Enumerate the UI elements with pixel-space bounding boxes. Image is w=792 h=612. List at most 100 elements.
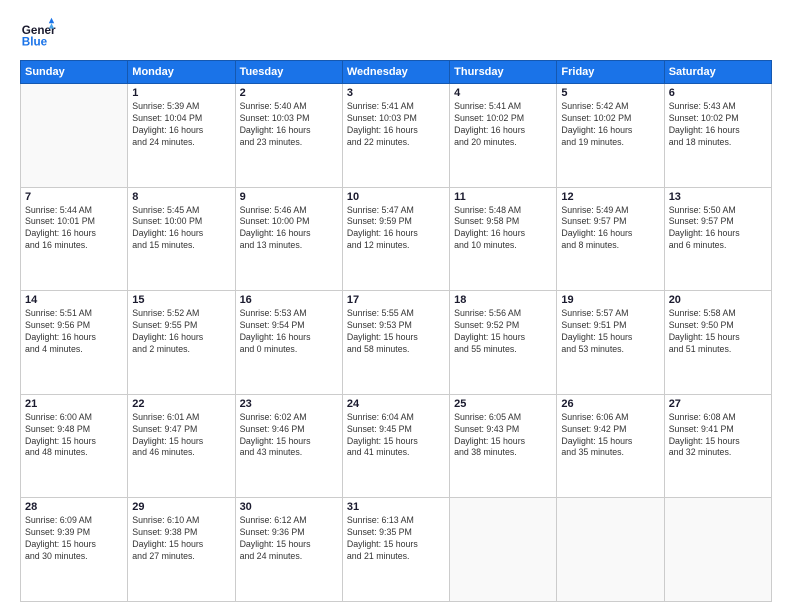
day-info: Sunrise: 5:57 AM Sunset: 9:51 PM Dayligh… xyxy=(561,308,659,356)
calendar-cell: 17 Sunrise: 5:55 AM Sunset: 9:53 PM Dayli… xyxy=(342,291,449,395)
calendar-cell: 8 Sunrise: 5:45 AM Sunset: 10:00 PM Dayli… xyxy=(128,187,235,291)
day-info: Sunrise: 5:46 AM Sunset: 10:00 PM Daylig… xyxy=(240,205,338,253)
header: General Blue xyxy=(20,16,772,52)
day-number: 9 xyxy=(240,191,338,203)
day-info: Sunrise: 6:10 AM Sunset: 9:38 PM Dayligh… xyxy=(132,515,230,563)
calendar-cell: 29 Sunrise: 6:10 AM Sunset: 9:38 PM Dayli… xyxy=(128,498,235,602)
day-number: 6 xyxy=(669,87,767,99)
day-number: 23 xyxy=(240,398,338,410)
calendar-cell xyxy=(557,498,664,602)
weekday-header-row: SundayMondayTuesdayWednesdayThursdayFrid… xyxy=(21,61,772,84)
day-info: Sunrise: 6:09 AM Sunset: 9:39 PM Dayligh… xyxy=(25,515,123,563)
day-info: Sunrise: 6:05 AM Sunset: 9:43 PM Dayligh… xyxy=(454,412,552,460)
day-info: Sunrise: 5:56 AM Sunset: 9:52 PM Dayligh… xyxy=(454,308,552,356)
week-row-3: 14Sunrise: 5:51 AM Sunset: 9:56 PM Dayli… xyxy=(21,291,772,395)
calendar-cell: 2Sunrise: 5:40 AM Sunset: 10:03 PM Dayli… xyxy=(235,84,342,188)
day-number: 10 xyxy=(347,191,445,203)
day-info: Sunrise: 5:47 AM Sunset: 9:59 PM Dayligh… xyxy=(347,205,445,253)
day-number: 17 xyxy=(347,294,445,306)
day-number: 15 xyxy=(132,294,230,306)
day-info: Sunrise: 5:52 AM Sunset: 9:55 PM Dayligh… xyxy=(132,308,230,356)
calendar-cell: 7 Sunrise: 5:44 AM Sunset: 10:01 PM Dayli… xyxy=(21,187,128,291)
week-row-5: 28 Sunrise: 6:09 AM Sunset: 9:39 PM Dayli… xyxy=(21,498,772,602)
day-info: Sunrise: 5:39 AM Sunset: 10:04 PM Daylig… xyxy=(132,101,230,149)
page: General Blue SundayMondayTuesdayWednesda… xyxy=(0,0,792,612)
day-info: Sunrise: 6:13 AM Sunset: 9:35 PM Dayligh… xyxy=(347,515,445,563)
day-info: Sunrise: 6:06 AM Sunset: 9:42 PM Dayligh… xyxy=(561,412,659,460)
weekday-header-friday: Friday xyxy=(557,61,664,84)
day-info: Sunrise: 5:44 AM Sunset: 10:01 PM Daylig… xyxy=(25,205,123,253)
weekday-header-thursday: Thursday xyxy=(450,61,557,84)
calendar-cell: 27 Sunrise: 6:08 AM Sunset: 9:41 PM Dayli… xyxy=(664,394,771,498)
day-info: Sunrise: 6:00 AM Sunset: 9:48 PM Dayligh… xyxy=(25,412,123,460)
day-number: 14 xyxy=(25,294,123,306)
weekday-header-monday: Monday xyxy=(128,61,235,84)
calendar-cell: 16 Sunrise: 5:53 AM Sunset: 9:54 PM Dayli… xyxy=(235,291,342,395)
calendar-cell xyxy=(450,498,557,602)
day-info: Sunrise: 6:01 AM Sunset: 9:47 PM Dayligh… xyxy=(132,412,230,460)
day-info: Sunrise: 6:04 AM Sunset: 9:45 PM Dayligh… xyxy=(347,412,445,460)
day-info: Sunrise: 5:53 AM Sunset: 9:54 PM Dayligh… xyxy=(240,308,338,356)
day-number: 13 xyxy=(669,191,767,203)
calendar-cell: 22 Sunrise: 6:01 AM Sunset: 9:47 PM Dayli… xyxy=(128,394,235,498)
day-number: 30 xyxy=(240,501,338,513)
day-info: Sunrise: 5:42 AM Sunset: 10:02 PM Daylig… xyxy=(561,101,659,149)
weekday-header-saturday: Saturday xyxy=(664,61,771,84)
week-row-2: 7 Sunrise: 5:44 AM Sunset: 10:01 PM Dayli… xyxy=(21,187,772,291)
calendar-cell: 24 Sunrise: 6:04 AM Sunset: 9:45 PM Dayli… xyxy=(342,394,449,498)
calendar-cell: 13 Sunrise: 5:50 AM Sunset: 9:57 PM Dayli… xyxy=(664,187,771,291)
day-number: 12 xyxy=(561,191,659,203)
day-number: 11 xyxy=(454,191,552,203)
calendar-cell: 18 Sunrise: 5:56 AM Sunset: 9:52 PM Dayli… xyxy=(450,291,557,395)
calendar-cell: 9 Sunrise: 5:46 AM Sunset: 10:00 PM Dayli… xyxy=(235,187,342,291)
calendar-cell: 15 Sunrise: 5:52 AM Sunset: 9:55 PM Dayli… xyxy=(128,291,235,395)
calendar-cell xyxy=(21,84,128,188)
weekday-header-sunday: Sunday xyxy=(21,61,128,84)
day-info: Sunrise: 5:49 AM Sunset: 9:57 PM Dayligh… xyxy=(561,205,659,253)
day-number: 8 xyxy=(132,191,230,203)
calendar-cell: 5 Sunrise: 5:42 AM Sunset: 10:02 PM Dayli… xyxy=(557,84,664,188)
day-number: 1 xyxy=(132,87,230,99)
day-number: 24 xyxy=(347,398,445,410)
day-number: 18 xyxy=(454,294,552,306)
week-row-4: 21Sunrise: 6:00 AM Sunset: 9:48 PM Dayli… xyxy=(21,394,772,498)
day-number: 5 xyxy=(561,87,659,99)
day-info: Sunrise: 5:41 AM Sunset: 10:02 PM Daylig… xyxy=(454,101,552,149)
day-number: 26 xyxy=(561,398,659,410)
weekday-header-tuesday: Tuesday xyxy=(235,61,342,84)
calendar-cell: 10 Sunrise: 5:47 AM Sunset: 9:59 PM Dayli… xyxy=(342,187,449,291)
calendar-cell: 6 Sunrise: 5:43 AM Sunset: 10:02 PM Dayli… xyxy=(664,84,771,188)
svg-text:Blue: Blue xyxy=(22,36,48,49)
day-info: Sunrise: 5:45 AM Sunset: 10:00 PM Daylig… xyxy=(132,205,230,253)
day-info: Sunrise: 5:43 AM Sunset: 10:02 PM Daylig… xyxy=(669,101,767,149)
calendar-table: SundayMondayTuesdayWednesdayThursdayFrid… xyxy=(20,60,772,602)
day-info: Sunrise: 5:48 AM Sunset: 9:58 PM Dayligh… xyxy=(454,205,552,253)
day-info: Sunrise: 5:50 AM Sunset: 9:57 PM Dayligh… xyxy=(669,205,767,253)
day-number: 16 xyxy=(240,294,338,306)
day-number: 3 xyxy=(347,87,445,99)
week-row-1: 1 Sunrise: 5:39 AM Sunset: 10:04 PM Dayli… xyxy=(21,84,772,188)
weekday-header-wednesday: Wednesday xyxy=(342,61,449,84)
day-number: 2 xyxy=(240,87,338,99)
calendar-cell: 25Sunrise: 6:05 AM Sunset: 9:43 PM Dayli… xyxy=(450,394,557,498)
calendar-cell: 4 Sunrise: 5:41 AM Sunset: 10:02 PM Dayli… xyxy=(450,84,557,188)
calendar-cell: 1 Sunrise: 5:39 AM Sunset: 10:04 PM Dayli… xyxy=(128,84,235,188)
day-number: 27 xyxy=(669,398,767,410)
day-number: 19 xyxy=(561,294,659,306)
day-number: 7 xyxy=(25,191,123,203)
calendar-cell: 23 Sunrise: 6:02 AM Sunset: 9:46 PM Dayli… xyxy=(235,394,342,498)
day-info: Sunrise: 6:02 AM Sunset: 9:46 PM Dayligh… xyxy=(240,412,338,460)
calendar-cell: 26 Sunrise: 6:06 AM Sunset: 9:42 PM Dayli… xyxy=(557,394,664,498)
day-number: 22 xyxy=(132,398,230,410)
logo: General Blue xyxy=(20,16,56,52)
day-info: Sunrise: 6:08 AM Sunset: 9:41 PM Dayligh… xyxy=(669,412,767,460)
day-number: 28 xyxy=(25,501,123,513)
calendar-cell: 11 Sunrise: 5:48 AM Sunset: 9:58 PM Dayli… xyxy=(450,187,557,291)
day-info: Sunrise: 5:55 AM Sunset: 9:53 PM Dayligh… xyxy=(347,308,445,356)
day-number: 4 xyxy=(454,87,552,99)
calendar-cell: 21Sunrise: 6:00 AM Sunset: 9:48 PM Dayli… xyxy=(21,394,128,498)
day-info: Sunrise: 5:58 AM Sunset: 9:50 PM Dayligh… xyxy=(669,308,767,356)
day-number: 29 xyxy=(132,501,230,513)
day-number: 20 xyxy=(669,294,767,306)
calendar-cell: 14Sunrise: 5:51 AM Sunset: 9:56 PM Dayli… xyxy=(21,291,128,395)
